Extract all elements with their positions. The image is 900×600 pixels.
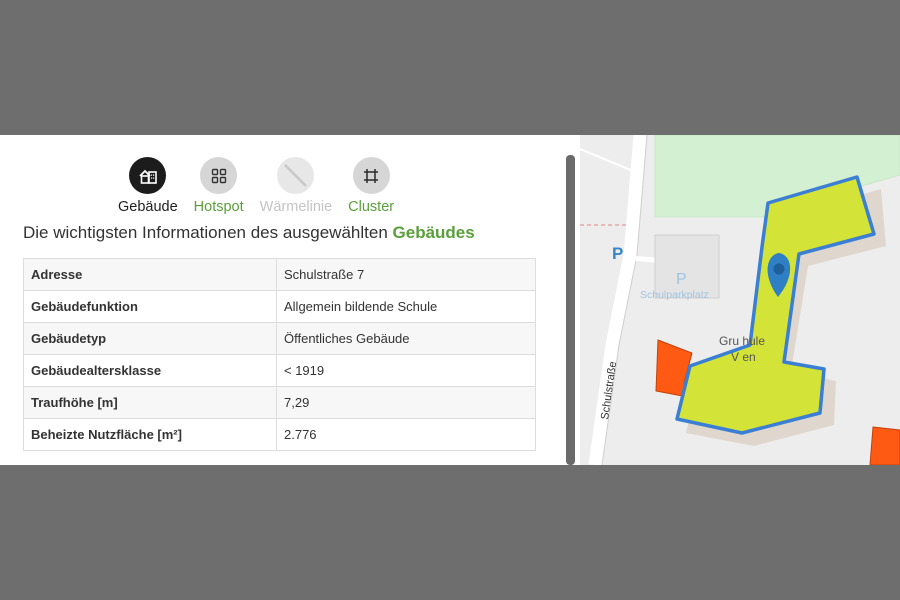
table-row: Gebäudefunktion Allgemein bildende Schul… [23, 290, 536, 323]
main-panel: Gebäude Hotspot Wärmelinie Cluster Die w… [0, 135, 900, 465]
category-tabs: Gebäude Hotspot Wärmelinie Cluster [118, 157, 394, 216]
table-row: Gebäudetyp Öffentliches Gebäude [23, 322, 536, 355]
tab-cluster-label: Cluster [348, 199, 395, 215]
grid-icon [200, 157, 238, 194]
map-school-label-2: V en [731, 350, 756, 364]
row-key: Gebäudetyp [23, 322, 277, 355]
info-section: Gebäude Hotspot Wärmelinie Cluster Die w… [0, 135, 565, 465]
map-school-label-1: Gru hule [719, 334, 765, 348]
scrollbar[interactable] [566, 155, 575, 465]
map-view[interactable]: P P Schulparkplatz Schulstraße Gru hule … [580, 135, 900, 465]
table-row: Gebäudealtersklasse < 1919 [23, 354, 536, 387]
heading-prefix: Die wichtigsten Informationen des ausgew… [23, 223, 388, 242]
map-parking-symbol-left: P [612, 244, 623, 263]
building-info-table: Adresse Schulstraße 7 Gebäudefunktion Al… [23, 258, 536, 451]
heading-highlight: Gebäudes [392, 223, 475, 242]
crop-icon [352, 157, 390, 194]
table-row: Traufhöhe [m] 7,29 [23, 386, 536, 419]
tab-cluster[interactable]: Cluster [348, 157, 394, 216]
row-key: Traufhöhe [m] [23, 386, 277, 419]
building-icon [129, 157, 167, 194]
row-value: Schulstraße 7 [276, 258, 536, 291]
table-row: Adresse Schulstraße 7 [23, 258, 536, 291]
map-canvas: P P Schulparkplatz Schulstraße Gru hule … [580, 135, 900, 465]
map-parking-symbol: P [676, 271, 687, 288]
line-icon [277, 157, 315, 194]
tab-hotspot[interactable]: Hotspot [194, 157, 244, 216]
tab-gebaeude[interactable]: Gebäude [118, 157, 178, 216]
map-parking-label: Schulparkplatz [640, 289, 709, 301]
row-key: Beheizte Nutzfläche [m²] [23, 418, 277, 451]
section-heading: Die wichtigsten Informationen des ausgew… [23, 223, 475, 243]
tab-hotspot-label: Hotspot [193, 199, 244, 215]
row-value: 2.776 [276, 418, 536, 451]
row-key: Gebäudefunktion [23, 290, 277, 323]
tab-gebaeude-label: Gebäude [118, 199, 178, 215]
row-value: < 1919 [276, 354, 536, 387]
row-value: Allgemein bildende Schule [276, 290, 536, 323]
table-row: Beheizte Nutzfläche [m²] 2.776 [23, 418, 536, 451]
row-value: 7,29 [276, 386, 536, 419]
building [869, 426, 900, 465]
tab-waermelinie-label: Wärmelinie [259, 199, 333, 215]
tab-waermelinie[interactable]: Wärmelinie [259, 157, 333, 216]
row-key: Gebäudealtersklasse [23, 354, 277, 387]
row-value: Öffentliches Gebäude [276, 322, 536, 355]
row-key: Adresse [23, 258, 277, 291]
